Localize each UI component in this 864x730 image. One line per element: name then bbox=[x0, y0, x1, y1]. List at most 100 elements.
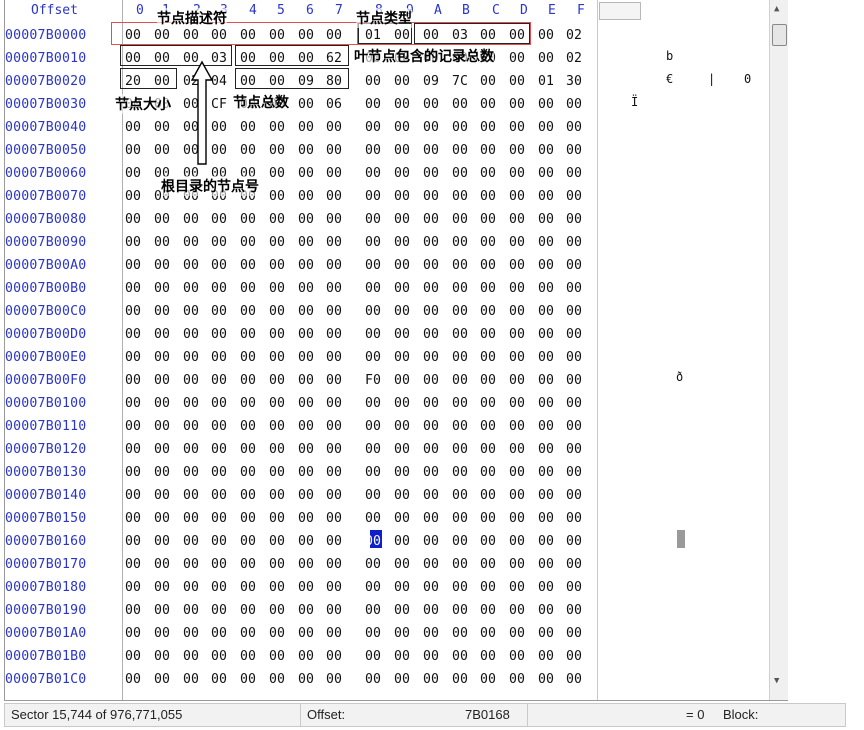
row-offset[interactable]: 00007B00E0 bbox=[5, 346, 86, 369]
hex-byte[interactable]: 00 bbox=[295, 346, 317, 369]
hex-byte[interactable]: 00 bbox=[391, 231, 413, 254]
row-offset[interactable]: 00007B0190 bbox=[5, 599, 86, 622]
hex-byte[interactable]: 00 bbox=[535, 185, 557, 208]
hex-byte[interactable]: 00 bbox=[295, 668, 317, 691]
hex-byte[interactable]: 00 bbox=[151, 668, 173, 691]
hex-byte[interactable]: 00 bbox=[122, 323, 144, 346]
hex-byte[interactable]: 00 bbox=[506, 369, 528, 392]
hex-byte[interactable]: 00 bbox=[535, 415, 557, 438]
hex-byte[interactable]: 00 bbox=[122, 231, 144, 254]
hex-byte[interactable]: 00 bbox=[506, 507, 528, 530]
hex-byte[interactable]: 00 bbox=[295, 461, 317, 484]
hex-byte[interactable]: 00 bbox=[295, 139, 317, 162]
hex-byte[interactable]: 09 bbox=[420, 70, 442, 93]
hex-byte[interactable]: 00 bbox=[506, 622, 528, 645]
hex-byte[interactable]: 00 bbox=[208, 323, 230, 346]
hex-byte[interactable]: 00 bbox=[295, 645, 317, 668]
hex-byte[interactable]: 00 bbox=[180, 507, 202, 530]
hex-byte[interactable]: 00 bbox=[362, 576, 384, 599]
hex-byte[interactable]: 00 bbox=[180, 323, 202, 346]
hex-byte[interactable]: 00 bbox=[506, 553, 528, 576]
hex-byte[interactable]: 00 bbox=[420, 93, 442, 116]
hex-byte[interactable]: 02 bbox=[563, 24, 585, 47]
hex-byte[interactable]: 00 bbox=[449, 576, 471, 599]
hex-byte[interactable]: 00 bbox=[151, 208, 173, 231]
hex-byte[interactable]: 00 bbox=[237, 461, 259, 484]
hex-byte[interactable]: 00 bbox=[237, 645, 259, 668]
hex-byte[interactable]: 00 bbox=[122, 484, 144, 507]
hex-byte[interactable]: 00 bbox=[391, 185, 413, 208]
hex-byte[interactable]: 00 bbox=[323, 231, 345, 254]
hex-byte[interactable]: 00 bbox=[362, 254, 384, 277]
hex-byte[interactable]: 00 bbox=[391, 208, 413, 231]
hex-byte[interactable]: 00 bbox=[180, 346, 202, 369]
hex-byte[interactable]: 00 bbox=[237, 277, 259, 300]
hex-byte[interactable]: 00 bbox=[208, 438, 230, 461]
row-offset[interactable]: 00007B0050 bbox=[5, 139, 86, 162]
hex-byte[interactable]: 00 bbox=[506, 254, 528, 277]
hex-byte[interactable]: 00 bbox=[391, 530, 413, 553]
hex-byte[interactable]: 00 bbox=[506, 93, 528, 116]
hex-byte[interactable]: 00 bbox=[535, 323, 557, 346]
hex-byte[interactable]: 00 bbox=[449, 300, 471, 323]
hex-byte[interactable]: 02 bbox=[563, 47, 585, 70]
hex-byte[interactable]: 00 bbox=[122, 277, 144, 300]
hex-byte[interactable]: 00 bbox=[563, 645, 585, 668]
hex-byte[interactable]: 00 bbox=[151, 346, 173, 369]
hex-byte[interactable]: 00 bbox=[266, 277, 288, 300]
hex-byte[interactable]: 00 bbox=[477, 599, 499, 622]
hex-byte[interactable]: 00 bbox=[563, 622, 585, 645]
hex-byte[interactable]: 06 bbox=[323, 93, 345, 116]
hex-byte[interactable]: 00 bbox=[151, 300, 173, 323]
hex-byte[interactable]: 00 bbox=[122, 162, 144, 185]
hex-byte[interactable]: 00 bbox=[323, 576, 345, 599]
hex-byte[interactable]: 00 bbox=[237, 392, 259, 415]
hex-byte[interactable]: 00 bbox=[362, 277, 384, 300]
hex-byte[interactable]: 00 bbox=[266, 668, 288, 691]
row-offset[interactable]: 00007B0070 bbox=[5, 185, 86, 208]
hex-byte[interactable]: 00 bbox=[535, 277, 557, 300]
hex-byte[interactable]: 00 bbox=[477, 576, 499, 599]
hex-byte[interactable]: 00 bbox=[535, 484, 557, 507]
hex-byte[interactable]: 00 bbox=[295, 208, 317, 231]
hex-byte[interactable]: 00 bbox=[295, 392, 317, 415]
hex-byte[interactable]: 00 bbox=[237, 116, 259, 139]
hex-byte[interactable]: 00 bbox=[180, 369, 202, 392]
hex-byte[interactable]: 00 bbox=[266, 139, 288, 162]
hex-byte[interactable]: 00 bbox=[477, 231, 499, 254]
hex-byte[interactable]: 00 bbox=[506, 323, 528, 346]
hex-byte[interactable]: 00 bbox=[180, 553, 202, 576]
hex-byte[interactable]: 00 bbox=[391, 254, 413, 277]
hex-byte[interactable]: 00 bbox=[180, 576, 202, 599]
hex-byte[interactable]: 00 bbox=[391, 369, 413, 392]
hex-byte[interactable]: 00 bbox=[237, 415, 259, 438]
hex-byte[interactable]: 00 bbox=[323, 277, 345, 300]
hex-byte[interactable]: 00 bbox=[180, 438, 202, 461]
hex-byte[interactable]: 00 bbox=[180, 530, 202, 553]
hex-byte[interactable]: 00 bbox=[122, 553, 144, 576]
hex-byte[interactable]: 00 bbox=[563, 93, 585, 116]
hex-byte[interactable]: 00 bbox=[122, 461, 144, 484]
hex-byte[interactable]: 00 bbox=[477, 346, 499, 369]
hex-byte[interactable]: 00 bbox=[449, 530, 471, 553]
hex-byte[interactable]: 00 bbox=[295, 530, 317, 553]
hex-byte[interactable]: 00 bbox=[535, 553, 557, 576]
hex-byte[interactable]: 00 bbox=[563, 438, 585, 461]
hex-byte[interactable]: 00 bbox=[391, 346, 413, 369]
hex-byte[interactable]: 00 bbox=[535, 461, 557, 484]
row-offset[interactable]: 00007B01B0 bbox=[5, 645, 86, 668]
hex-byte[interactable]: 00 bbox=[122, 530, 144, 553]
hex-byte[interactable]: 00 bbox=[420, 185, 442, 208]
hex-byte[interactable]: 00 bbox=[477, 507, 499, 530]
row-offset[interactable]: 00007B0140 bbox=[5, 484, 86, 507]
hex-byte[interactable]: 00 bbox=[122, 346, 144, 369]
hex-byte[interactable]: 00 bbox=[535, 346, 557, 369]
hex-byte[interactable]: 00 bbox=[180, 277, 202, 300]
hex-byte[interactable]: 00 bbox=[362, 553, 384, 576]
hex-byte[interactable]: 00 bbox=[151, 461, 173, 484]
hex-byte[interactable]: 00 bbox=[362, 645, 384, 668]
hex-byte[interactable]: 00 bbox=[535, 24, 557, 47]
row-offset[interactable]: 00007B0040 bbox=[5, 116, 86, 139]
scroll-thumb[interactable] bbox=[772, 24, 787, 46]
hex-byte[interactable]: 00 bbox=[535, 300, 557, 323]
